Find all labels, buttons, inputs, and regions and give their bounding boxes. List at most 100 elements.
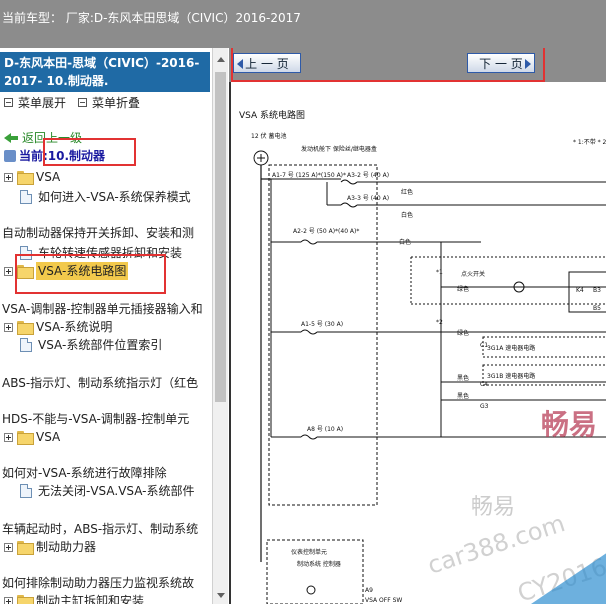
computer-icon: [4, 150, 16, 162]
wire-green-label-2: 绿色: [457, 329, 469, 337]
wire-white-label-2: 白色: [399, 238, 411, 246]
top-bar: 当前车型： 厂家:D-东风本田思域（CIVIC）2016-2017: [0, 0, 606, 48]
folder-icon: [17, 171, 34, 185]
battery-label: 12 伏 蓄电池: [251, 132, 286, 140]
document-icon: [20, 190, 32, 204]
tree-folder[interactable]: 制动主缸拆卸和安装: [4, 592, 144, 604]
document-viewer: 上 一 页 下 一 页 VSA 系统电路图 12 伏 蓄电池 发动机舱下 保险丝…: [229, 48, 606, 604]
fusebox-label: 发动机舱下 保险丝/继电器盒: [301, 145, 377, 153]
tree-item[interactable]: VSA-调制器-控制器单元插接器输入和: [2, 300, 203, 318]
vsa-off-label: VSA OFF SW: [365, 597, 402, 604]
conn-b5-label: B5: [593, 305, 601, 312]
relay1-label: 3G1A 速电器电路: [487, 344, 535, 352]
annotation-box: [231, 48, 545, 82]
instrument-label: 仪表控制单元: [291, 548, 327, 556]
expand-icon: [4, 98, 13, 107]
tree-item[interactable]: 自动制动器保持开关拆卸、安装和测: [2, 224, 194, 242]
tree-item[interactable]: ABS-指示灯、制动系统指示灯（红色: [2, 374, 198, 392]
conn-c1-label: C1: [480, 342, 488, 349]
wire-green-label: 绿色: [457, 285, 469, 293]
expand-plus-icon[interactable]: [4, 172, 13, 182]
expand-plus-icon[interactable]: [4, 596, 13, 604]
document-icon: [20, 484, 32, 498]
wire-red-label: 红色: [401, 188, 413, 196]
tree-item-label: 如何对-VSA-系统进行故障排除: [2, 466, 167, 480]
watermark-text: 畅易: [471, 495, 515, 520]
scroll-down-icon[interactable]: [213, 588, 228, 604]
expand-plus-icon[interactable]: [4, 322, 13, 332]
tree-item-label: VSA: [36, 430, 61, 444]
folder-icon: [17, 321, 34, 335]
tree-item-label: 如何排除制动助力器压力监视系统故: [2, 576, 195, 590]
menu-collapse[interactable]: 菜单折叠: [78, 94, 140, 111]
fuse-a8-label: A8 号 (10 A): [307, 426, 343, 433]
fuse-a15-label: A1-5 号 (30 A): [301, 321, 343, 328]
annotation-box: [15, 254, 166, 294]
folder-icon: [17, 431, 34, 445]
tree-item-label: VSA-调制器-控制器单元插接器输入和: [2, 302, 203, 316]
circuit-diagram: VSA 系统电路图 12 伏 蓄电池 发动机舱下 保险丝/继电器盒 A1-7 号…: [239, 109, 606, 604]
expand-plus-icon[interactable]: [4, 432, 13, 442]
scroll-up-icon[interactable]: [213, 52, 228, 68]
tree-item-label: 自动制动器保持开关拆卸、安装和测: [2, 226, 195, 240]
scroll-thumb[interactable]: [215, 72, 226, 402]
tree-item[interactable]: 如何对-VSA-系统进行故障排除: [2, 464, 167, 482]
tree-folder[interactable]: VSA: [4, 428, 60, 446]
tree-item[interactable]: HDS-不能与-VSA-调制器-控制单元: [2, 410, 189, 428]
watermark-text: 畅易: [541, 408, 597, 441]
collapse-icon: [78, 98, 87, 107]
tree-item-label: 如何进入-VSA-系统保养模式: [38, 190, 191, 204]
tree-item-label: 无法关闭-VSA.VSA-系统部件: [38, 484, 195, 498]
relay2-label: 3G1B 速电器电路: [487, 372, 535, 380]
right-note: * 1:不带 * 2:带有 * 3:不带: [573, 138, 606, 146]
ignition-label: 点火开关: [461, 270, 485, 278]
menu-collapse-label: 菜单折叠: [92, 96, 141, 110]
expand-plus-icon[interactable]: [4, 542, 13, 552]
tree-document[interactable]: 如何进入-VSA-系统保养模式: [20, 188, 191, 206]
tree-folder[interactable]: VSA: [4, 168, 60, 186]
page-navigation: 上 一 页 下 一 页: [229, 48, 606, 82]
tree-item-label: HDS-不能与-VSA-调制器-控制单元: [2, 412, 190, 426]
conn-b3-label: B3: [593, 287, 601, 294]
fusebox-outline: [268, 164, 378, 506]
tree-document[interactable]: VSA-系统部件位置索引: [20, 336, 162, 354]
expand-plus-icon[interactable]: [4, 266, 13, 276]
tree-folder[interactable]: 制动助力器: [4, 538, 96, 556]
fuse-a33-label: A3-3 号 (40 A): [347, 195, 389, 202]
conn-c4-label: C4: [480, 381, 488, 388]
wire-black-label: 黑色: [457, 374, 469, 382]
tree-item-label: 制动主缸拆卸和安装: [36, 594, 145, 604]
tree-item-label: 制动助力器: [36, 540, 97, 554]
wire-white-label: 白色: [401, 211, 413, 219]
tree-item-label: VSA-系统部件位置索引: [38, 338, 163, 352]
folder-icon: [17, 541, 34, 555]
conn-k4-label: K4: [576, 287, 584, 294]
note-star1: *1: [436, 269, 443, 276]
note-star2: *2: [436, 319, 443, 326]
annotation-box: [43, 138, 136, 166]
wire-black-label-2: 黑色: [457, 392, 469, 400]
tree-item-label: VSA: [36, 170, 61, 184]
tree-document[interactable]: 无法关闭-VSA.VSA-系统部件: [20, 482, 195, 500]
tree-item[interactable]: 车辆起动时，ABS-指示灯、制动系统: [2, 520, 198, 538]
left-panel: D-东风本田-思域（CIVIC）-2016-2017- 10.制动器. 菜单展开…: [0, 48, 228, 604]
menu-expand[interactable]: 菜单展开: [4, 94, 66, 111]
app-window: 当前车型： 厂家:D-东风本田思域（CIVIC）2016-2017 D-东风本田…: [0, 0, 606, 604]
conn-g3-label: G3: [480, 403, 489, 410]
fuse-a32-label: A3-2 号 (40 A): [347, 172, 389, 179]
circuit-diagram-page: VSA 系统电路图 12 伏 蓄电池 发动机舱下 保险丝/继电器盒 A1-7 号…: [229, 82, 606, 604]
tree-item-label: VSA-系统说明: [36, 320, 113, 334]
tree-item-label: 车辆起动时，ABS-指示灯、制动系统: [2, 522, 199, 536]
back-arrow-icon: [4, 133, 18, 143]
fuse-a22-label: A2-2 号 (50 A)*(40 A)*: [293, 228, 359, 235]
vehicle-title: 当前车型： 厂家:D-东风本田思域（CIVIC）2016-2017: [2, 11, 301, 25]
tree-item[interactable]: 如何排除制动助力器压力监视系统故: [2, 574, 194, 592]
tree-scrollbar[interactable]: [212, 48, 228, 604]
brake-controller-label: 制动系统 控制器: [297, 560, 341, 568]
document-icon: [20, 338, 32, 352]
tree-folder[interactable]: VSA-系统说明: [4, 318, 112, 336]
menu-expand-label: 菜单展开: [18, 96, 67, 110]
tree-item-label: ABS-指示灯、制动系统指示灯（红色: [2, 376, 199, 390]
fuse-a17-label: A1-7 号 (125 A)*(150 A)*: [272, 172, 346, 179]
menu-header: D-东风本田-思域（CIVIC）-2016-2017- 10.制动器.: [0, 52, 210, 92]
